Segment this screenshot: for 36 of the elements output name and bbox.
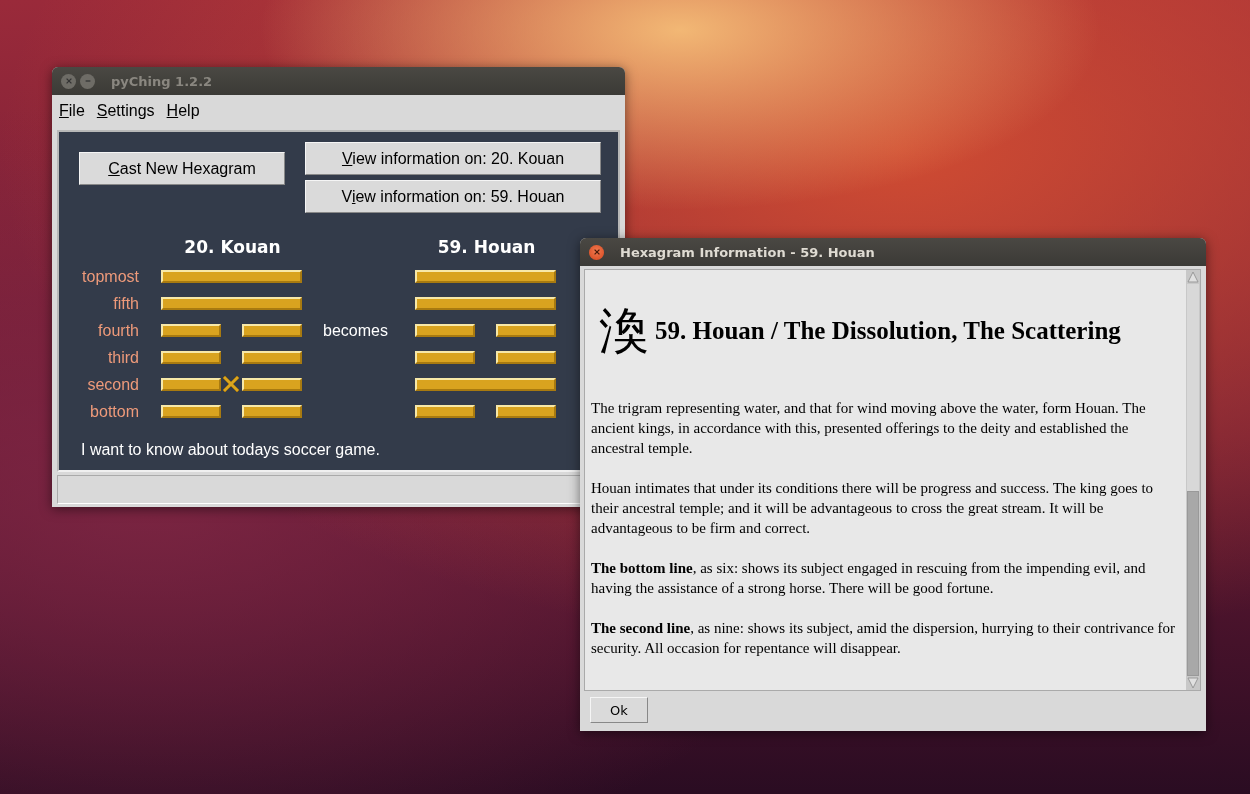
view-info-button[interactable]: View information on: 20. Kouan — [305, 142, 601, 175]
question-text: I want to know about todays soccer game. — [81, 441, 380, 459]
window-title: pyChing 1.2.2 — [111, 73, 213, 89]
view-info-button[interactable]: View information on: 59. Houan — [305, 180, 601, 213]
becomes-label: becomes — [323, 321, 388, 340]
hexagram-title: 59. Houan — [437, 237, 536, 257]
broken-line-segment — [242, 324, 302, 337]
paragraph: Houan intimates that under its conditions there will be progress and success. The king goes to their ancestral temple; and it will be advantageous to cross the great stream. It will be advantageous to be firm and correct. — [591, 479, 1155, 538]
menu-item[interactable]: File — [59, 102, 85, 120]
menu-item[interactable]: Help — [166, 102, 200, 120]
broken-line-segment — [496, 405, 556, 418]
line-label: topmost — [82, 267, 139, 286]
scroll-thumb[interactable] — [1187, 491, 1199, 676]
menu-item[interactable]: Settings — [96, 102, 155, 120]
broken-line-segment — [242, 378, 302, 391]
close-icon[interactable] — [589, 244, 604, 260]
line-label: second — [87, 375, 139, 394]
line-label: fourth — [98, 321, 139, 340]
ok-button[interactable]: Ok — [590, 697, 648, 723]
paragraph: The second line, as nine: shows its subject, amid the dispersion, hurrying to their contrivance for security. All occasion for repentance will disappear. — [591, 619, 1177, 658]
hexagram-glyph: 渙 — [599, 302, 649, 360]
line-label: bottom — [90, 402, 139, 421]
paragraph: The trigram representing water, and that for wind moving above the water, form Houan. The ancient kings, in accordance with this, presented offerings to the deity and established the ancestral temple. — [591, 399, 1147, 458]
scrollbar[interactable] — [1186, 270, 1200, 690]
minimize-icon[interactable] — [80, 73, 95, 89]
paragraph: The bottom line, as six: shows its subject engaged in rescuing from the impending evil, and having the assistance of a strong horse. There will be good fortune. — [591, 559, 1147, 598]
cast-button[interactable]: Cast New Hexagram — [79, 152, 285, 185]
broken-line-segment — [496, 324, 556, 337]
window-title: Hexagram Information - 59. Houan — [620, 244, 875, 260]
hexagram-heading: 59. Houan / The Dissolution, The Scattering — [655, 317, 1121, 345]
broken-line-segment — [496, 351, 556, 364]
line-label: third — [107, 348, 139, 367]
line-label: fifth — [113, 294, 139, 313]
broken-line-segment — [242, 351, 302, 364]
broken-line-segment — [242, 405, 302, 418]
hexagram-title: 20. Kouan — [184, 237, 281, 257]
